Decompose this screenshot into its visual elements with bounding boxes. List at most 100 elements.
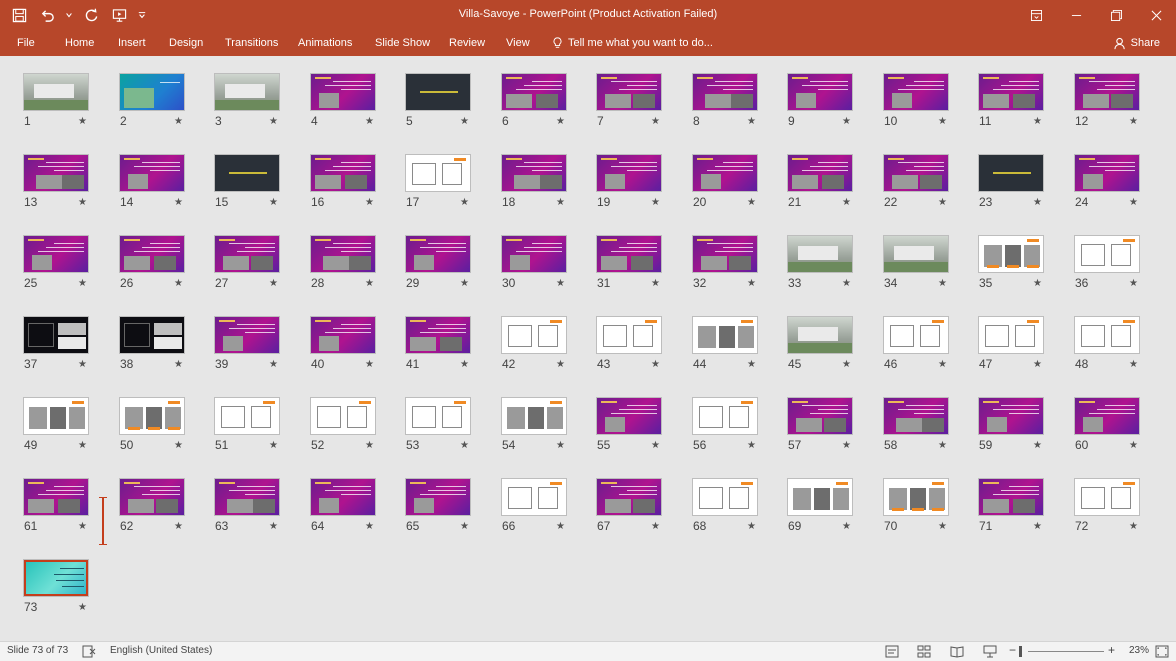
- animation-star-icon[interactable]: ★: [269, 116, 278, 127]
- slide-thumbnail[interactable]: [692, 154, 758, 192]
- tab-file[interactable]: File: [17, 34, 35, 52]
- animation-star-icon[interactable]: ★: [651, 197, 660, 208]
- tab-transitions[interactable]: Transitions: [225, 34, 278, 52]
- animation-star-icon[interactable]: ★: [269, 197, 278, 208]
- slide-thumbnail[interactable]: [1074, 154, 1140, 192]
- slide-thumbnail[interactable]: [310, 397, 376, 435]
- animation-star-icon[interactable]: ★: [1129, 197, 1138, 208]
- slide-thumbnail[interactable]: [405, 316, 471, 354]
- animation-star-icon[interactable]: ★: [556, 278, 565, 289]
- animation-star-icon[interactable]: ★: [938, 521, 947, 532]
- ribbon-display-options-icon[interactable]: [1016, 0, 1056, 30]
- slide-thumbnail[interactable]: [405, 154, 471, 192]
- zoom-slider-thumb[interactable]: [1019, 646, 1022, 657]
- animation-star-icon[interactable]: ★: [460, 521, 469, 532]
- slide-thumbnail[interactable]: [883, 154, 949, 192]
- slide-thumbnail[interactable]: [310, 235, 376, 273]
- animation-star-icon[interactable]: ★: [460, 440, 469, 451]
- animation-star-icon[interactable]: ★: [842, 359, 851, 370]
- slide-thumbnail[interactable]: [883, 235, 949, 273]
- slide-thumbnail[interactable]: [692, 397, 758, 435]
- slide-thumbnail[interactable]: [405, 397, 471, 435]
- slide-thumbnail[interactable]: [310, 154, 376, 192]
- animation-star-icon[interactable]: ★: [1129, 278, 1138, 289]
- slide-thumbnail[interactable]: [883, 316, 949, 354]
- animation-star-icon[interactable]: ★: [269, 521, 278, 532]
- slide-thumbnail[interactable]: [23, 73, 89, 111]
- tab-home[interactable]: Home: [65, 34, 94, 52]
- animation-star-icon[interactable]: ★: [1129, 359, 1138, 370]
- slide-thumbnail[interactable]: [883, 73, 949, 111]
- slide-thumbnail[interactable]: [214, 316, 280, 354]
- animation-star-icon[interactable]: ★: [938, 116, 947, 127]
- animation-star-icon[interactable]: ★: [1033, 278, 1042, 289]
- slide-thumbnail[interactable]: [119, 154, 185, 192]
- animation-star-icon[interactable]: ★: [1033, 440, 1042, 451]
- animation-star-icon[interactable]: ★: [78, 116, 87, 127]
- slide-thumbnail[interactable]: [596, 73, 662, 111]
- share-button[interactable]: Share: [1114, 33, 1160, 53]
- slide-thumbnail[interactable]: [405, 73, 471, 111]
- slide-thumbnail[interactable]: [692, 478, 758, 516]
- slide-thumbnail[interactable]: [119, 73, 185, 111]
- tab-animations[interactable]: Animations: [298, 34, 352, 52]
- animation-star-icon[interactable]: ★: [460, 197, 469, 208]
- slide-thumbnail[interactable]: [23, 154, 89, 192]
- animation-star-icon[interactable]: ★: [747, 278, 756, 289]
- zoom-out-icon[interactable]: −: [1009, 643, 1016, 657]
- animation-star-icon[interactable]: ★: [747, 116, 756, 127]
- slide-thumbnail[interactable]: [119, 235, 185, 273]
- animation-star-icon[interactable]: ★: [1033, 521, 1042, 532]
- slide-thumbnail[interactable]: [787, 235, 853, 273]
- animation-star-icon[interactable]: ★: [842, 440, 851, 451]
- slide-thumbnail[interactable]: [978, 478, 1044, 516]
- animation-star-icon[interactable]: ★: [365, 521, 374, 532]
- animation-star-icon[interactable]: ★: [556, 521, 565, 532]
- slide-thumbnail[interactable]: [978, 154, 1044, 192]
- fit-to-window-icon[interactable]: [1155, 645, 1169, 658]
- tab-insert[interactable]: Insert: [118, 34, 146, 52]
- animation-star-icon[interactable]: ★: [556, 440, 565, 451]
- animation-star-icon[interactable]: ★: [365, 278, 374, 289]
- slide-thumbnail[interactable]: [596, 478, 662, 516]
- animation-star-icon[interactable]: ★: [651, 521, 660, 532]
- slide-thumbnail[interactable]: [787, 316, 853, 354]
- slide-thumbnail[interactable]: [596, 154, 662, 192]
- minimize-icon[interactable]: [1056, 0, 1096, 30]
- animation-star-icon[interactable]: ★: [269, 440, 278, 451]
- animation-star-icon[interactable]: ★: [938, 440, 947, 451]
- slide-thumbnail[interactable]: [692, 73, 758, 111]
- animation-star-icon[interactable]: ★: [556, 116, 565, 127]
- slide-thumbnail[interactable]: [214, 154, 280, 192]
- animation-star-icon[interactable]: ★: [78, 197, 87, 208]
- slide-thumbnail[interactable]: [119, 316, 185, 354]
- animation-star-icon[interactable]: ★: [1129, 521, 1138, 532]
- slide-thumbnail[interactable]: [1074, 316, 1140, 354]
- slide-thumbnail[interactable]: [214, 478, 280, 516]
- animation-star-icon[interactable]: ★: [365, 359, 374, 370]
- animation-star-icon[interactable]: ★: [651, 116, 660, 127]
- slide-thumbnail[interactable]: [23, 397, 89, 435]
- animation-star-icon[interactable]: ★: [842, 197, 851, 208]
- slide-thumbnail[interactable]: [23, 559, 89, 597]
- slide-thumbnail[interactable]: [596, 397, 662, 435]
- animation-star-icon[interactable]: ★: [938, 197, 947, 208]
- tell-me-box[interactable]: Tell me what you want to do...: [552, 34, 713, 52]
- close-icon[interactable]: [1136, 0, 1176, 30]
- slide-thumbnail[interactable]: [23, 235, 89, 273]
- animation-star-icon[interactable]: ★: [460, 278, 469, 289]
- slide-thumbnail[interactable]: [214, 397, 280, 435]
- animation-star-icon[interactable]: ★: [747, 197, 756, 208]
- tab-slide-show[interactable]: Slide Show: [375, 34, 430, 52]
- restore-icon[interactable]: [1096, 0, 1136, 30]
- animation-star-icon[interactable]: ★: [1033, 197, 1042, 208]
- spelling-check-icon[interactable]: [82, 645, 96, 658]
- slide-show-view-icon[interactable]: [983, 645, 997, 658]
- slide-thumbnail[interactable]: [978, 397, 1044, 435]
- slide-thumbnail[interactable]: [978, 235, 1044, 273]
- animation-star-icon[interactable]: ★: [747, 440, 756, 451]
- animation-star-icon[interactable]: ★: [365, 197, 374, 208]
- slide-thumbnail[interactable]: [501, 235, 567, 273]
- slide-thumbnail[interactable]: [214, 73, 280, 111]
- zoom-level[interactable]: 23%: [1129, 645, 1149, 656]
